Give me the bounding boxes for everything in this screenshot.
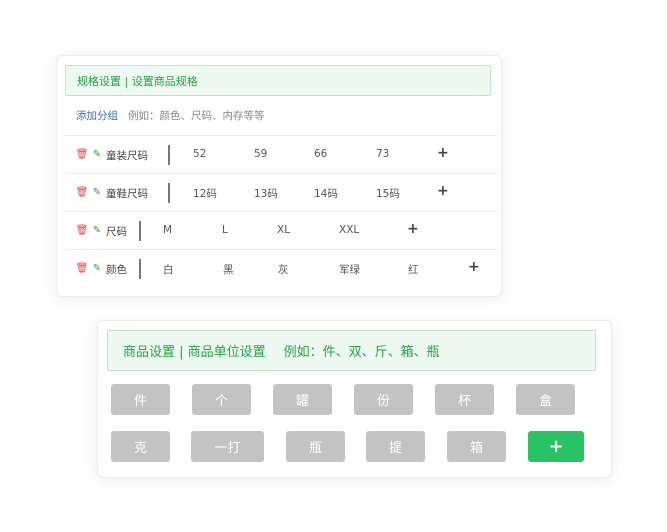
- unit-button[interactable]: 箱: [447, 431, 506, 462]
- unit-button[interactable]: 瓶: [286, 431, 345, 462]
- spec-value: M: [163, 224, 173, 236]
- add-unit-button[interactable]: +: [528, 431, 584, 462]
- trash-icon[interactable]: 🗑: [76, 187, 89, 198]
- add-group-row: 添加分组 例如：颜色、尺码、内存等等: [76, 108, 265, 123]
- pencil-icon[interactable]: ✎: [92, 187, 102, 198]
- spec-value: 52: [193, 148, 207, 160]
- spec-value: 红: [408, 264, 419, 276]
- add-group-hint: 例如：颜色、尺码、内存等等: [128, 110, 265, 122]
- spec-value: 15码: [376, 188, 400, 200]
- unit-button[interactable]: 一打: [191, 431, 264, 462]
- spec-value: 59: [254, 148, 268, 160]
- add-group-link[interactable]: 添加分组: [76, 108, 118, 123]
- spec-group-row: 🗑 ✎ 童装尺码 52 59 66 73 +: [65, 135, 497, 174]
- unit-button[interactable]: 克: [111, 431, 170, 462]
- plus-icon: +: [548, 436, 564, 457]
- plus-icon[interactable]: +: [437, 145, 449, 161]
- row-divider: [168, 183, 170, 203]
- row-divider: [168, 145, 170, 165]
- row-divider: [139, 221, 141, 241]
- spec-group-name: 尺码: [106, 226, 127, 238]
- spec-group-name: 童鞋尺码: [106, 188, 148, 200]
- spec-value: 军绿: [339, 264, 360, 276]
- unit-button[interactable]: 件: [111, 384, 170, 415]
- spec-group-name: 童装尺码: [106, 150, 148, 162]
- spec-value: 黑: [223, 264, 234, 276]
- spec-value: XL: [277, 224, 291, 236]
- plus-icon[interactable]: +: [437, 183, 449, 199]
- unit-button[interactable]: 杯: [435, 384, 494, 415]
- trash-icon[interactable]: 🗑: [76, 225, 89, 236]
- spec-value: L: [222, 224, 228, 236]
- unit-settings-panel: 商品设置 | 商品单位设置 例如：件、双、斤、箱、瓶 件 个 罐 份 杯 盒 克…: [97, 320, 612, 478]
- unit-button[interactable]: 份: [354, 384, 413, 415]
- spec-group-row: 🗑 ✎ 尺码 M L XL XXL +: [65, 211, 497, 250]
- spec-settings-panel: 规格设置 | 设置商品规格 添加分组 例如：颜色、尺码、内存等等 🗑 ✎ 童装尺…: [56, 55, 502, 297]
- unit-settings-title: 商品设置 | 商品单位设置: [123, 345, 266, 360]
- spec-value: 12码: [193, 188, 217, 200]
- spec-value: 白: [163, 264, 174, 276]
- spec-value: 73: [376, 148, 390, 160]
- pencil-icon[interactable]: ✎: [92, 263, 102, 274]
- unit-button[interactable]: 盒: [516, 384, 575, 415]
- spec-value: 14码: [314, 188, 338, 200]
- trash-icon[interactable]: 🗑: [76, 149, 89, 160]
- spec-settings-banner: 规格设置 | 设置商品规格: [65, 65, 491, 96]
- spec-group-name: 颜色: [106, 264, 127, 276]
- unit-settings-banner: 商品设置 | 商品单位设置 例如：件、双、斤、箱、瓶: [107, 330, 596, 371]
- row-divider: [139, 259, 141, 279]
- spec-value: 灰: [278, 264, 289, 276]
- plus-icon[interactable]: +: [468, 259, 480, 275]
- spec-group-row: 🗑 ✎ 童鞋尺码 12码 13码 14码 15码 +: [65, 173, 497, 212]
- pencil-icon[interactable]: ✎: [92, 225, 102, 236]
- unit-button[interactable]: 提: [366, 431, 425, 462]
- spec-value: XXL: [339, 224, 360, 236]
- unit-settings-example: 例如：件、双、斤、箱、瓶: [283, 345, 440, 360]
- spec-group-row: 🗑 ✎ 颜色 白 黑 灰 军绿 红 +: [65, 249, 497, 288]
- spec-value: 13码: [254, 188, 278, 200]
- plus-icon[interactable]: +: [407, 221, 419, 237]
- unit-button[interactable]: 个: [192, 384, 251, 415]
- spec-value: 66: [314, 148, 328, 160]
- trash-icon[interactable]: 🗑: [76, 263, 89, 274]
- pencil-icon[interactable]: ✎: [92, 149, 102, 160]
- unit-button[interactable]: 罐: [273, 384, 332, 415]
